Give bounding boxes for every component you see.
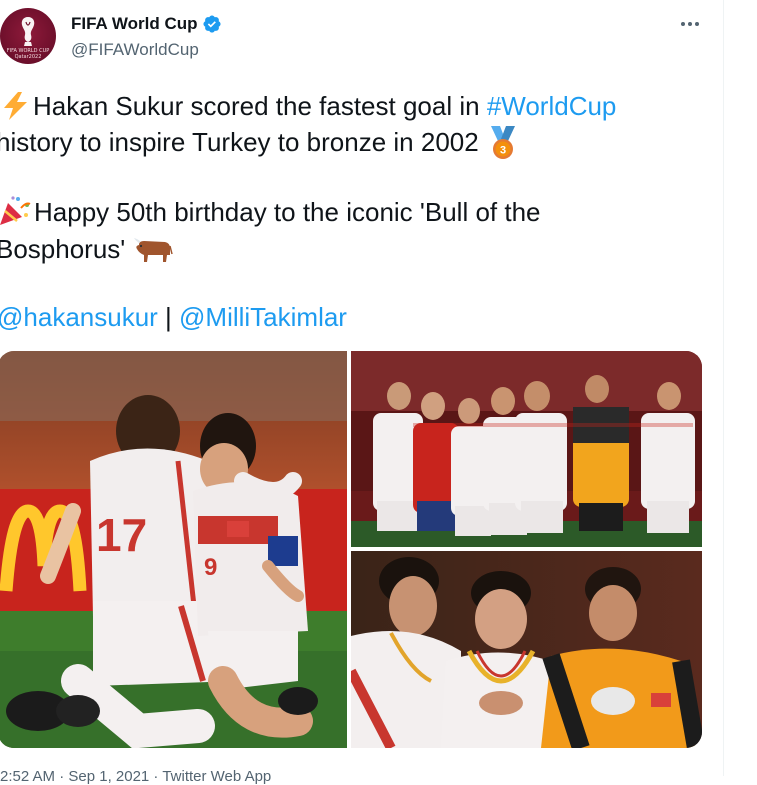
shirt-number-9: 9 (204, 554, 217, 581)
tweet-media-grid: 17 9 (0, 351, 702, 748)
more-dots-icon (688, 22, 692, 26)
third-place-medal-emoji: 3 (490, 126, 515, 159)
mention-millitakimlar-link[interactable]: @MilliTakimlar (179, 302, 347, 332)
photo-celebration-kneeling[interactable]: 17 9 (0, 351, 347, 748)
avatar-brand-subtext: Qatar2022 (14, 54, 42, 60)
tweet-text-line-2: history to inspire Turkey to bronze in 2… (0, 125, 520, 161)
timeline-column-border (723, 0, 724, 776)
author-handle[interactable]: @FIFAWorldCup (71, 40, 199, 60)
tweet-mentions-line: @hakansukur | @MilliTakimlar (0, 300, 347, 334)
tweet-text-line-3: Happy 50th birthday to the iconic 'Bull … (0, 195, 541, 229)
tweet-text-segment: Bosphorus' (0, 234, 133, 264)
party-popper-emoji (0, 196, 31, 225)
verified-badge-icon (203, 15, 221, 33)
more-dots-icon (695, 22, 699, 26)
avatar[interactable]: FIFA WORLD CUP Qatar2022 (0, 8, 56, 64)
medal-number: 3 (500, 145, 506, 157)
tweet-text-segment: history to inspire Turkey to bronze in 2… (0, 127, 486, 157)
more-options-button[interactable] (676, 12, 706, 36)
tweet-text-line-4: Bosphorus' (0, 232, 173, 266)
author-display-name[interactable]: FIFA World Cup (71, 14, 222, 34)
mention-separator: | (157, 302, 180, 332)
tweet-text-segment: Happy 50th birthday to the iconic 'Bull … (34, 197, 541, 227)
mention-hakansukur-link[interactable]: @hakansukur (0, 302, 158, 332)
photo-bronze-medals[interactable] (351, 551, 702, 748)
high-voltage-emoji (4, 92, 27, 120)
tweet-text-line-1: Hakan Sukur scored the fastest goal in #… (0, 89, 616, 123)
ox-emoji (133, 238, 173, 262)
tweet-timestamp[interactable]: 2:52 AM · Sep 1, 2021 · Twitter Web App (0, 768, 271, 785)
more-dots-icon (681, 22, 685, 26)
shirt-number-17: 17 (96, 509, 147, 561)
tweet-text-segment: Hakan Sukur scored the fastest goal in (33, 91, 487, 121)
hashtag-worldcup-link[interactable]: #WorldCup (487, 91, 617, 121)
author-name-text[interactable]: FIFA World Cup (71, 14, 198, 34)
photo-team-group[interactable] (351, 351, 702, 547)
